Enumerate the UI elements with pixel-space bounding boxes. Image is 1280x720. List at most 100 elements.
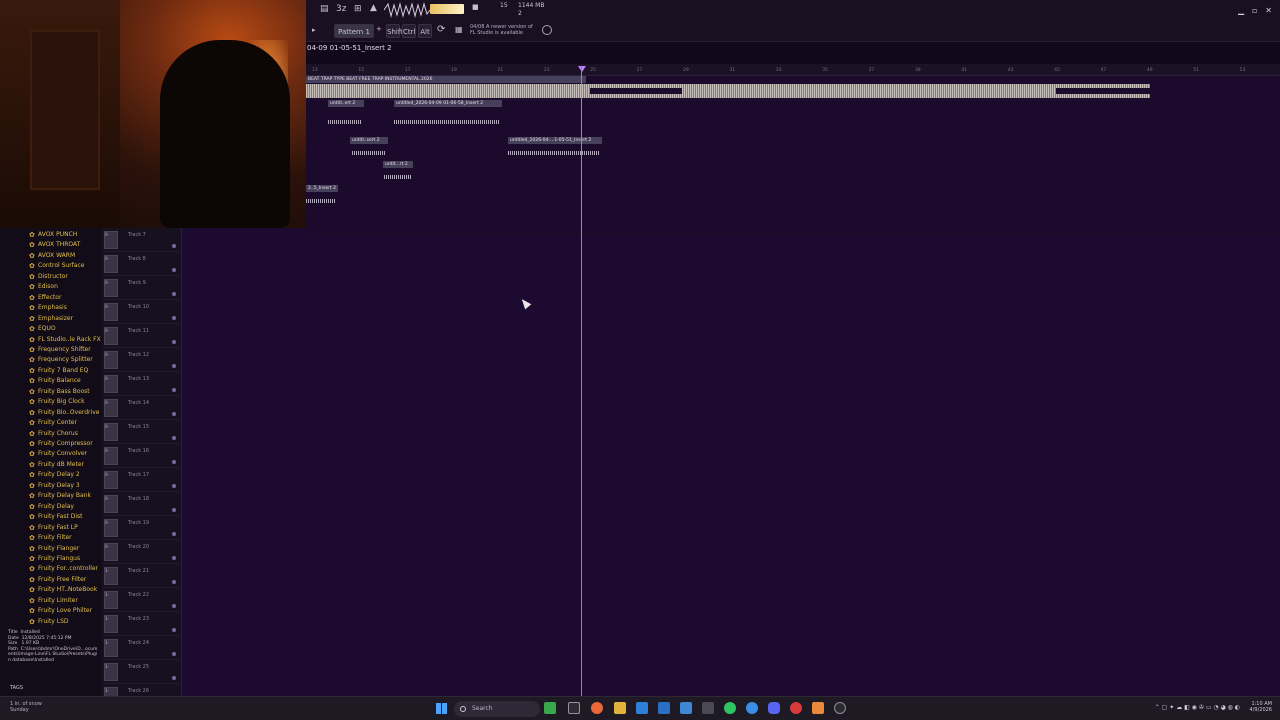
track-meter[interactable]: 0-: [104, 375, 118, 393]
plugin-item[interactable]: ✿ Fruity Flanger: [29, 544, 79, 554]
track-mute-icon[interactable]: [172, 676, 176, 680]
track-mute-icon[interactable]: [172, 604, 176, 608]
clip-label[interactable]: untit...rt 2: [383, 161, 413, 168]
plugin-item[interactable]: ✿ Fruity Flangus: [29, 554, 80, 564]
task-view-icon[interactable]: [568, 702, 580, 714]
plugin-item[interactable]: ✿ Fruity Delay: [29, 502, 74, 512]
track-header[interactable]: 0- Track 17: [102, 468, 182, 492]
plugin-item[interactable]: ✿ Fruity Big Clock: [29, 397, 85, 407]
playhead-line[interactable]: [581, 66, 582, 696]
timeline-ruler[interactable]: 13 15 17 19 21 23 25 27 29 31 33 35 37 39 41 43 45 47 49 51…: [306, 64, 1280, 76]
plugin-item[interactable]: ✿ Fruity Compressor: [29, 439, 93, 449]
track-meter[interactable]: 0-: [104, 447, 118, 465]
tags-label[interactable]: TAGS: [10, 685, 23, 691]
copilot-icon[interactable]: [591, 702, 603, 714]
track-mute-icon[interactable]: [172, 460, 176, 464]
track-meter[interactable]: 0-: [104, 303, 118, 321]
plugin-item[interactable]: ✿ Control Surface: [29, 261, 84, 271]
plugin-item[interactable]: ✿ Fruity Bass Boost: [29, 387, 90, 397]
track-meter[interactable]: 0-: [104, 471, 118, 489]
track-header[interactable]: 0- Track 10: [102, 300, 182, 324]
track-header[interactable]: 0- Track 9: [102, 276, 182, 300]
clip-label[interactable]: BEAT TRAP TYPE BEAT FREE TRAP INSTRUMENT…: [306, 76, 586, 83]
track-mute-icon[interactable]: [172, 388, 176, 392]
maximize-icon[interactable]: ▫: [1252, 6, 1257, 15]
store-icon[interactable]: [636, 702, 648, 714]
ctrl-key[interactable]: Ctrl: [402, 24, 416, 38]
track-header[interactable]: 1- Track 25: [102, 660, 182, 684]
metronome-icon[interactable]: ▲: [370, 3, 377, 13]
file-explorer-icon[interactable]: [614, 702, 626, 714]
clip-label[interactable]: untitl..ert 2: [328, 100, 364, 107]
track-mute-icon[interactable]: [172, 556, 176, 560]
track-mute-icon[interactable]: [172, 268, 176, 272]
master-volume-bar[interactable]: [430, 4, 464, 14]
alt-key[interactable]: Alt: [418, 24, 432, 38]
fl-studio-icon[interactable]: [812, 702, 824, 714]
weather-widget[interactable]: 1 in. of snow Sunday: [10, 701, 42, 713]
track-header[interactable]: 1- Track 21: [102, 564, 182, 588]
plugin-item[interactable]: ✿ AVOX THROAT: [29, 240, 80, 250]
plugin-item[interactable]: ✿ Frequency Shifter: [29, 345, 91, 355]
plugin-item[interactable]: ✿ Fruity Delay 3: [29, 481, 80, 491]
plugin-item[interactable]: ✿ Fruity Chorus: [29, 429, 78, 439]
close-icon[interactable]: ✕: [1265, 6, 1272, 15]
clip-waveform[interactable]: [328, 120, 362, 124]
audio-clip-waveform[interactable]: [306, 84, 1150, 98]
track-header[interactable]: 0- Track 13: [102, 372, 182, 396]
plugin-item[interactable]: ✿ Distructor: [29, 272, 68, 282]
track-header[interactable]: 0- Track 14: [102, 396, 182, 420]
tempo-display[interactable]: 3z: [336, 4, 346, 14]
track-meter[interactable]: 1-: [104, 615, 118, 633]
track-header[interactable]: 1- Track 22: [102, 588, 182, 612]
track-meter[interactable]: 1-: [104, 591, 118, 609]
track-header[interactable]: 1- Track 24: [102, 636, 182, 660]
taskbar-clock[interactable]: 1:10 AM 4/9/2026: [1250, 701, 1272, 713]
discord-icon[interactable]: [768, 702, 780, 714]
snap-icon[interactable]: ⊞: [354, 4, 362, 14]
plugin-item[interactable]: ✿ FL Studio..le Rack FX: [29, 335, 101, 345]
menu-icon[interactable]: ▤: [320, 4, 329, 14]
plugin-item[interactable]: ✿ Fruity Blo..Overdrive: [29, 408, 99, 418]
track-mute-icon[interactable]: [172, 652, 176, 656]
track-meter[interactable]: 0-: [104, 423, 118, 441]
refresh-icon[interactable]: [542, 25, 552, 35]
plugin-item[interactable]: ✿ Effector: [29, 293, 61, 303]
track-header[interactable]: 0- Track 16: [102, 444, 182, 468]
steam-icon[interactable]: [702, 702, 714, 714]
plugin-item[interactable]: ✿ Fruity 7 Band EQ: [29, 366, 88, 376]
track-header[interactable]: 0- Track 7: [102, 228, 182, 252]
obs-icon[interactable]: [790, 702, 802, 714]
track-meter[interactable]: 1-: [104, 639, 118, 657]
track-mute-icon[interactable]: [172, 316, 176, 320]
plugin-item[interactable]: ✿ Fruity Love Philter: [29, 606, 92, 616]
plugin-item[interactable]: ✿ EQUO: [29, 324, 56, 334]
track-header[interactable]: 0- Track 20: [102, 540, 182, 564]
track-meter[interactable]: 1-: [104, 567, 118, 585]
plugin-item[interactable]: ✿ Fruity Limiter: [29, 596, 78, 606]
track-header[interactable]: 0- Track 18: [102, 492, 182, 516]
track-meter[interactable]: 0-: [104, 255, 118, 273]
clip-label[interactable]: untitled_2026-04-...1-05-51_Insert 2: [508, 137, 602, 144]
play-pattern-icon[interactable]: ▸: [312, 26, 316, 34]
track-mute-icon[interactable]: [172, 508, 176, 512]
trash-icon[interactable]: ▦: [455, 25, 463, 34]
link-icon[interactable]: ⟳: [437, 24, 445, 35]
plugin-item[interactable]: ✿ AVOX WARM: [29, 251, 75, 261]
clip-waveform[interactable]: [352, 151, 386, 155]
minimize-icon[interactable]: ▁: [1238, 6, 1244, 15]
track-mute-icon[interactable]: [172, 292, 176, 296]
playhead-marker-icon[interactable]: [578, 66, 586, 72]
plugin-item[interactable]: ✿ Fruity HT..NoteBook: [29, 585, 97, 595]
plugin-item[interactable]: ✿ Fruity Free Filter: [29, 575, 86, 585]
plugin-item[interactable]: ✿ Fruity For..controller: [29, 564, 98, 574]
plugin-item[interactable]: ✿ Emphasis: [29, 303, 67, 313]
clip-label[interactable]: 2..5_Insert 2: [306, 185, 338, 192]
plugin-item[interactable]: ✿ Edison: [29, 282, 58, 292]
plugin-item[interactable]: ✿ Fruity Fast Dist: [29, 512, 83, 522]
stop-icon[interactable]: ■: [472, 3, 479, 11]
track-mute-icon[interactable]: [172, 580, 176, 584]
clip-waveform[interactable]: [306, 199, 336, 203]
photos-icon[interactable]: [658, 702, 670, 714]
clip-label[interactable]: untitl..sert 2: [350, 137, 388, 144]
